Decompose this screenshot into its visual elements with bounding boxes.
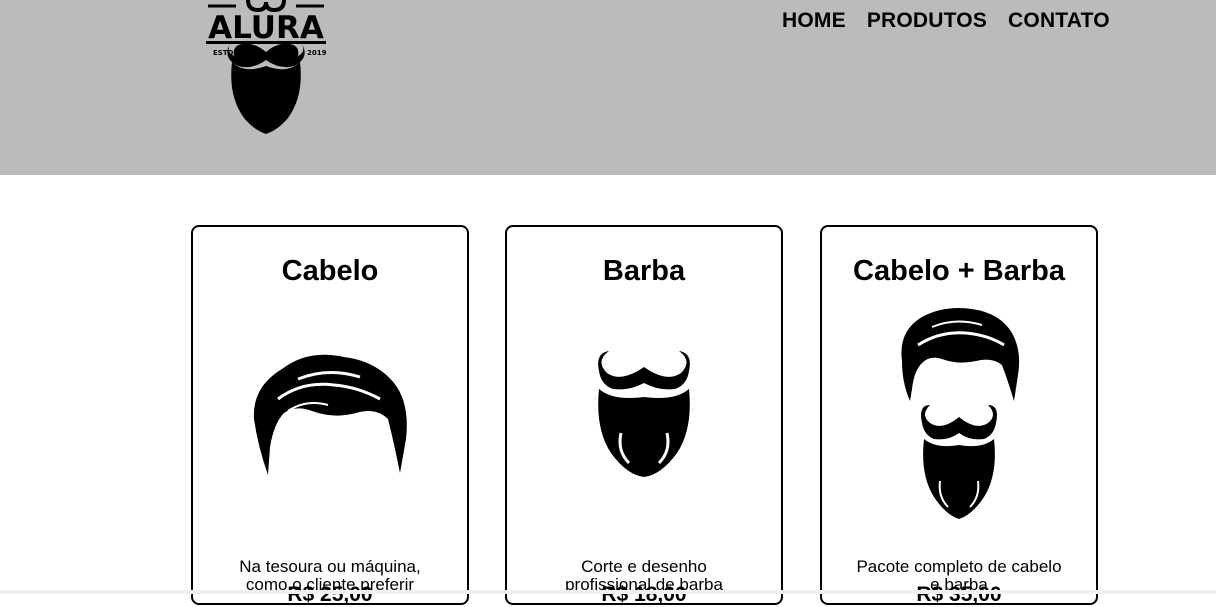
product-card-cabelo[interactable]: Cabelo Na tesoura ou máquina, como o cli… <box>191 225 469 606</box>
alura-logo[interactable]: ALURA ESTD 2019 <box>198 0 334 140</box>
nav-link-home[interactable]: HOME <box>782 9 846 33</box>
svg-text:ESTD: ESTD <box>213 49 234 57</box>
nav-link-contato[interactable]: CONTATO <box>1008 9 1110 33</box>
nav-link-produtos[interactable]: PRODUTOS <box>867 9 987 33</box>
product-title: Cabelo <box>281 255 379 287</box>
svg-text:ALURA: ALURA <box>208 10 324 46</box>
hair-icon <box>193 347 467 477</box>
product-price: R$ 35,00 <box>916 583 1002 606</box>
page-bottom-edge <box>0 590 1216 594</box>
product-title: Cabelo + Barba <box>853 255 1065 287</box>
product-price: R$ 18,00 <box>601 583 687 606</box>
product-card-cabelo-barba[interactable]: Cabelo + Barba Pacote completo de cabelo… <box>820 225 1098 606</box>
mustache-beard-logo-icon: ALURA ESTD 2019 <box>206 0 327 134</box>
product-card-barba[interactable]: Barba Corte e desenho profissional de ba… <box>505 225 783 606</box>
main-nav: HOME PRODUTOS CONTATO <box>782 9 1110 33</box>
product-price: R$ 25,00 <box>287 583 373 606</box>
site-header: ALURA ESTD 2019 HOME PRODUTOS CONTATO <box>0 0 1216 175</box>
beard-icon <box>507 345 781 479</box>
hair-and-beard-icon <box>822 305 1096 521</box>
svg-text:2019: 2019 <box>307 49 327 57</box>
product-title: Barba <box>602 255 686 287</box>
